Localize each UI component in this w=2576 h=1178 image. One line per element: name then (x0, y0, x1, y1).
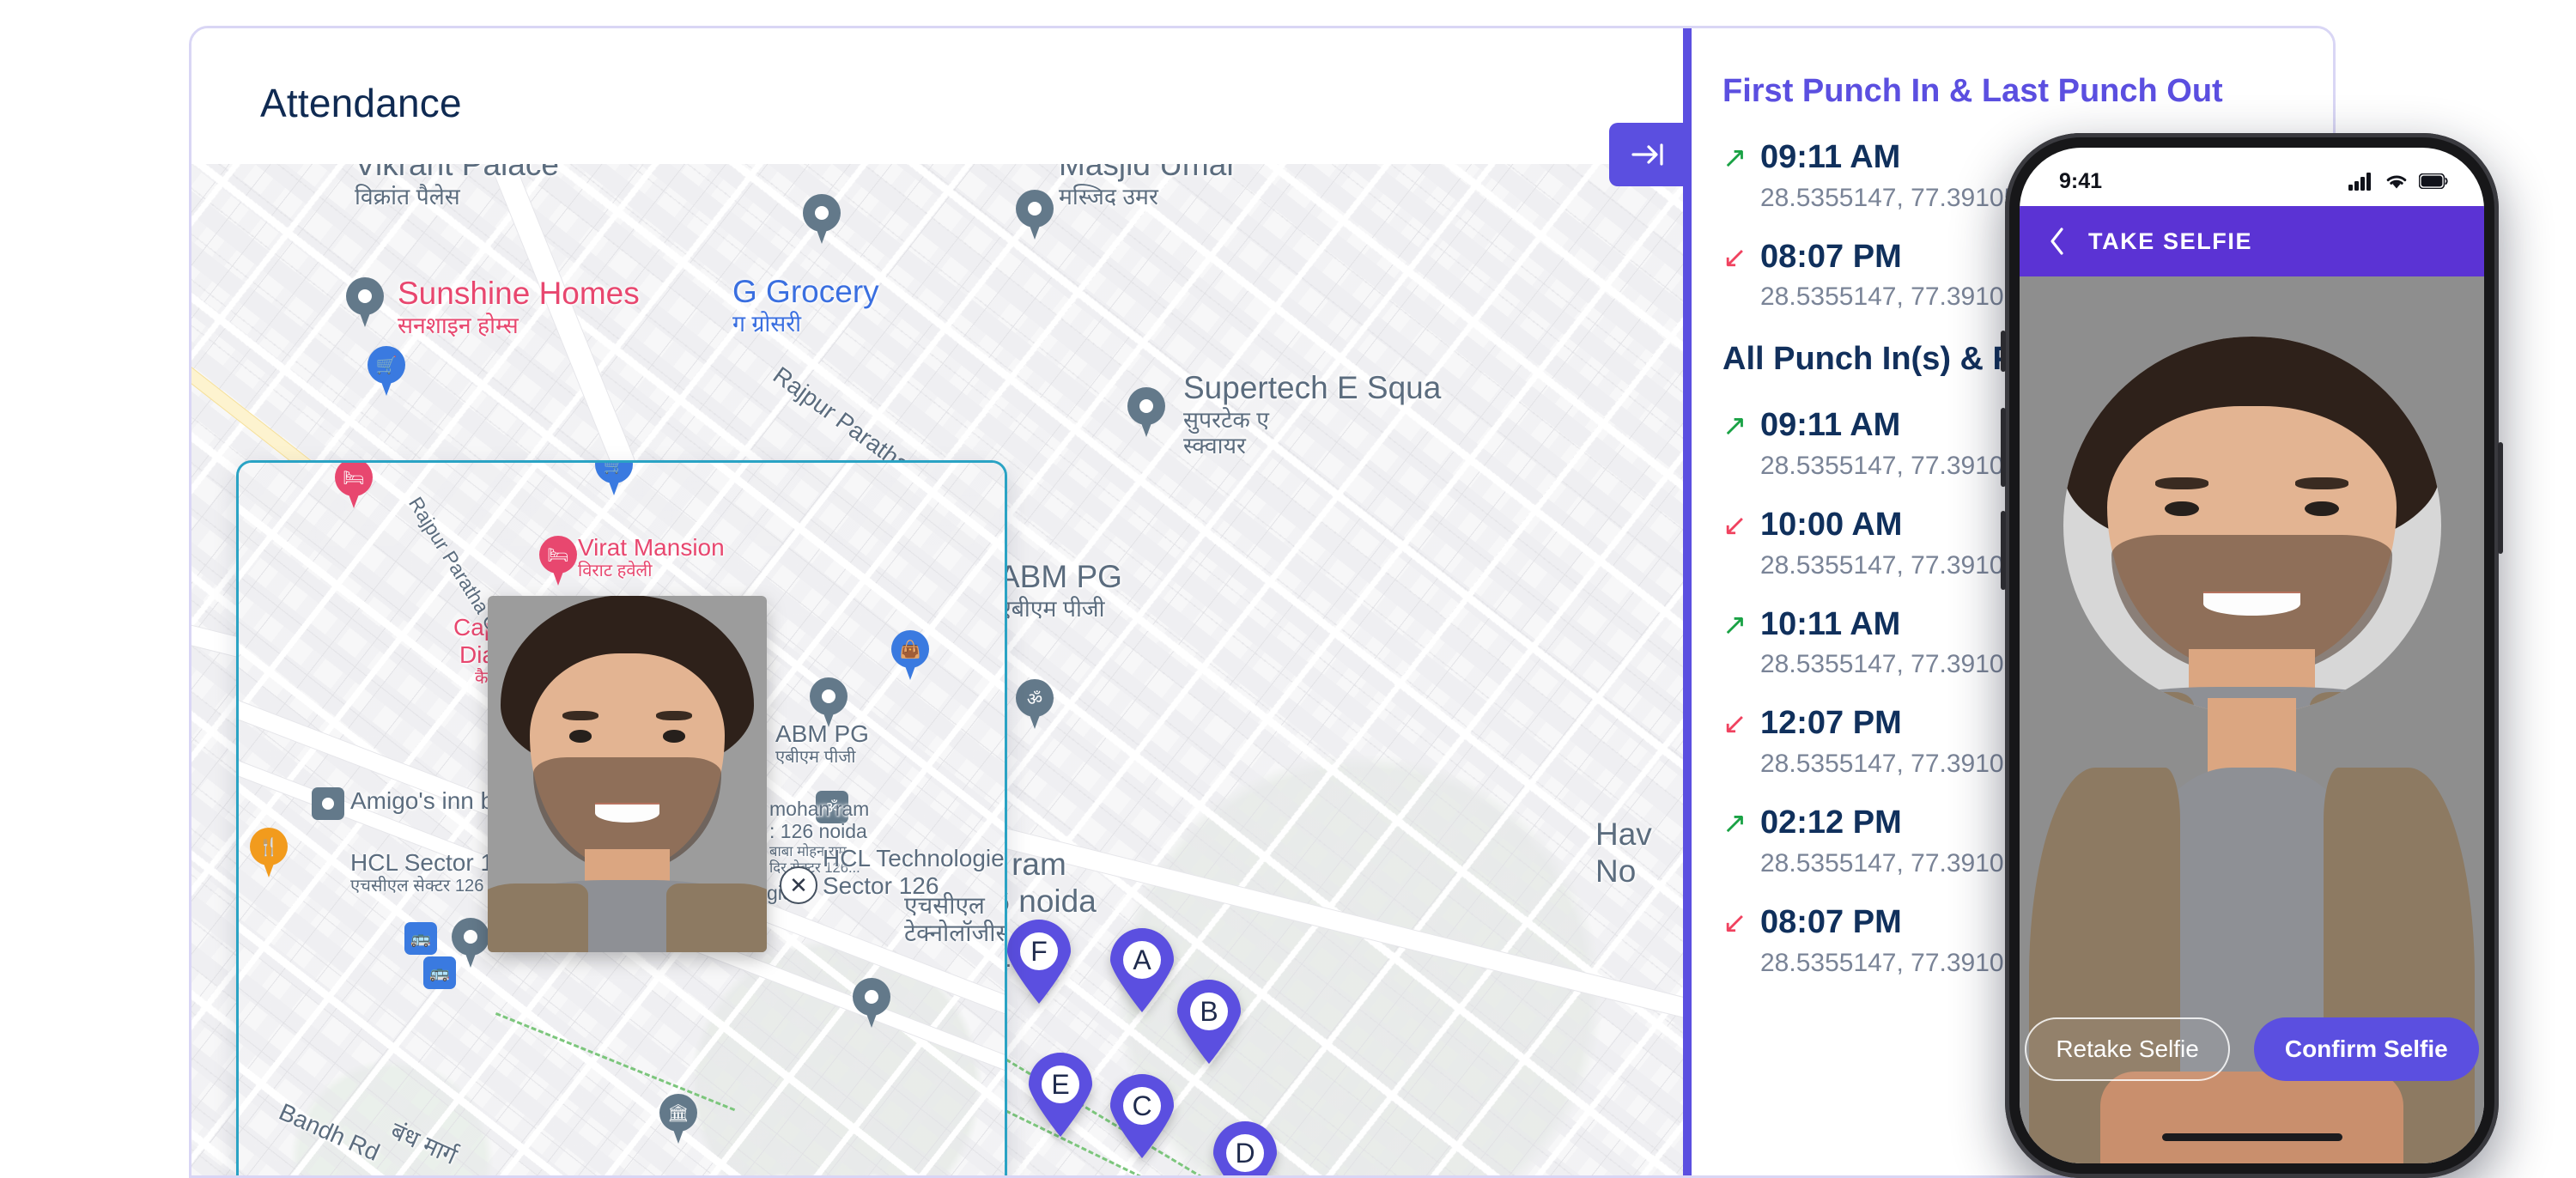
phone-status-bar: 9:41 (2020, 148, 2484, 206)
phone-volume-up-button[interactable] (2001, 408, 2006, 487)
punch-in-arrow-icon: ↗ (1722, 142, 1747, 174)
inset-pin-hotel[interactable]: 🛏 (335, 463, 373, 508)
page-title: Attendance (260, 81, 462, 125)
bag-icon: 👜 (899, 640, 921, 659)
inset-pin-generic[interactable] (810, 677, 848, 727)
wifi-icon (2386, 175, 2407, 189)
app-bar-title: TAKE SELFIE (2088, 228, 2253, 254)
phone-screen: 9:41 TAKE SELFIE Retake Selfie Confirm S… (2020, 148, 2484, 1163)
om-icon: ॐ (824, 799, 840, 817)
confirm-selfie-button[interactable]: Confirm Selfie (2253, 1017, 2479, 1081)
main-map[interactable]: 🛒 👜 ॐ ॐ ॐ Vikrant Palace विक्रांत पैलेस … (191, 164, 1688, 1178)
phone-power-button[interactable] (2498, 442, 2503, 554)
inset-pin-hcl[interactable] (853, 978, 890, 1028)
punch-in-arrow-icon: ↗ (1722, 608, 1747, 641)
home-indicator (2161, 1133, 2342, 1141)
inset-pin-restaurant[interactable]: 🍴 (250, 828, 288, 877)
punch-out-arrow-icon: ↙ (1722, 240, 1747, 274)
selfie-photo-popup[interactable] (488, 596, 767, 952)
status-bar-time: 9:41 (2059, 168, 2103, 193)
bank-icon: 🏛 (667, 1103, 690, 1123)
map-letter-marker-d[interactable]: D (1213, 1121, 1277, 1178)
phone-volume-down-button[interactable] (2001, 511, 2006, 590)
map-pin-temple[interactable]: ॐ (1016, 679, 1054, 729)
punch-in-arrow-icon: ↗ (1722, 410, 1747, 443)
battery-full-icon (2419, 173, 2448, 189)
inset-pin-virat-mansion[interactable]: 🛏 (539, 536, 577, 586)
selfie-photo (488, 596, 767, 952)
cart-icon: 🛒 (603, 460, 625, 475)
phone-mockup: 9:41 TAKE SELFIE Retake Selfie Confirm S… (2001, 133, 2503, 1178)
map-letter-marker-a[interactable]: A (1110, 928, 1174, 1012)
person-face-illustration (488, 596, 767, 952)
selfie-action-bar: Retake Selfie Confirm Selfie (2020, 1017, 2484, 1081)
retake-selfie-button[interactable]: Retake Selfie (2025, 1017, 2230, 1081)
map-letter-marker-b[interactable]: B (1177, 980, 1241, 1064)
attendance-map-panel: Attendance 🛒 👜 ॐ ॐ ॐ (191, 28, 1688, 1175)
punch-out-arrow-icon: ↙ (1722, 509, 1747, 543)
map-pin-generic[interactable] (803, 194, 841, 244)
close-popup-button[interactable]: ✕ (780, 866, 817, 904)
arrow-to-line-right-icon (1631, 143, 1663, 166)
inset-map-card[interactable]: 🛏 🛒 🛏 🍴 🚌 🚌 🏛 ॐ 👜 Virat Mansion विराट हव… (236, 460, 1007, 1175)
phone-mute-switch[interactable] (2001, 331, 2006, 372)
bed-icon: 🛏 (343, 468, 365, 488)
bus-icon: 🚌 (429, 964, 450, 982)
bus-icon: 🚌 (410, 930, 431, 948)
collapse-panel-button[interactable] (1609, 123, 1688, 186)
punch-in-arrow-icon: ↗ (1722, 807, 1747, 841)
inset-pin-landmark[interactable]: ॐ (816, 791, 848, 823)
inset-pin-amigos-inn[interactable] (312, 787, 344, 820)
phone-app-bar: TAKE SELFIE (2020, 206, 2484, 276)
inset-pin-bus-stop[interactable]: 🚌 (404, 922, 437, 955)
punch-out-arrow-icon: ↙ (1722, 906, 1747, 939)
inset-pin-bus-area[interactable] (452, 918, 489, 968)
inset-pin-grocery[interactable]: 🛒 (595, 460, 633, 495)
map-letter-marker-f[interactable]: F (1007, 920, 1071, 1004)
inset-pin-shop[interactable]: 👜 (891, 630, 929, 680)
map-pin-sunshine-homes[interactable] (346, 277, 384, 327)
om-icon: ॐ (1026, 689, 1043, 709)
bed-icon: 🛏 (547, 545, 569, 565)
cart-icon: 🛒 (375, 355, 398, 375)
inset-pin-bank[interactable]: 🏛 (659, 1094, 697, 1144)
restaurant-icon: 🍴 (258, 837, 280, 857)
chevron-left-icon[interactable] (2049, 227, 2066, 256)
inset-pin-bus-stop[interactable]: 🚌 (423, 956, 456, 989)
person-face-illustration (2063, 337, 2441, 714)
map-pin-supertech[interactable] (1127, 387, 1165, 437)
selfie-face-circle (2063, 337, 2441, 714)
map-letter-marker-e[interactable]: E (1029, 1053, 1092, 1137)
map-pin-grocery[interactable]: 🛒 (368, 346, 405, 396)
person-body-illustration (2028, 684, 2476, 1163)
map-pin-masjid-umar[interactable] (1016, 190, 1054, 240)
map-letter-marker-c[interactable]: C (1110, 1074, 1174, 1158)
first-last-punch-title: First Punch In & Last Punch Out (1722, 73, 2223, 109)
punch-out-arrow-icon: ↙ (1722, 707, 1747, 741)
cellular-signal-icon (2348, 173, 2371, 191)
